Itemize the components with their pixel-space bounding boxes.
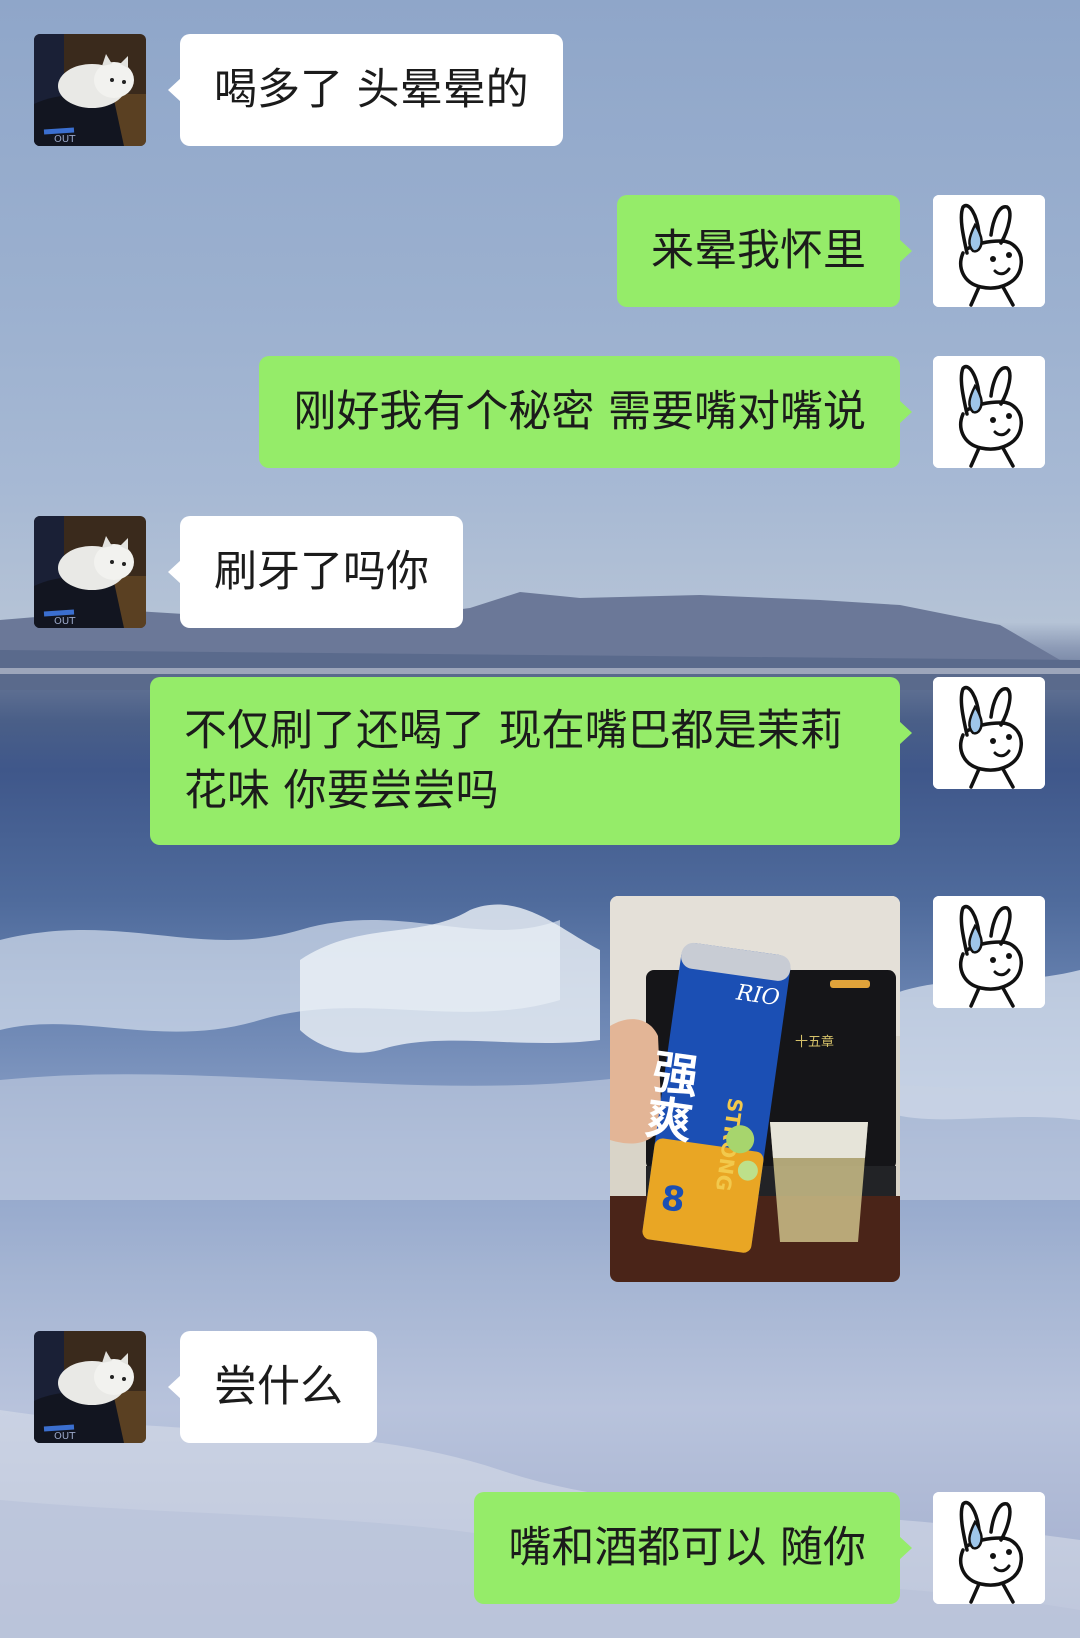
message-text: 喝多了 头晕晕的 <box>214 65 529 115</box>
bunny-drawing-icon <box>933 1492 1045 1604</box>
message-bubble-sent[interactable]: 嘴和酒都可以 随你 <box>474 1492 912 1604</box>
white-cat-photo-icon <box>34 34 146 146</box>
message-text: 来晕我怀里 <box>651 226 866 276</box>
my-avatar[interactable] <box>933 896 1045 1008</box>
bunny-drawing-icon <box>933 356 1045 468</box>
background-waves <box>0 904 1080 1200</box>
message-bubble-sent[interactable]: 刚好我有个秘密 需要嘴对嘴说 <box>259 356 912 468</box>
message-bubble-received[interactable]: 尝什么 <box>168 1331 377 1443</box>
message-text: 不仅刷了还喝了 现在嘴巴都是茉莉花味 你要尝尝吗 <box>184 706 843 816</box>
contact-avatar[interactable] <box>34 34 146 146</box>
contact-avatar[interactable] <box>34 1331 146 1443</box>
message-bubble-received[interactable]: 刷牙了吗你 <box>168 516 463 628</box>
contact-avatar[interactable] <box>34 516 146 628</box>
message-text: 尝什么 <box>214 1362 343 1412</box>
my-avatar[interactable] <box>933 677 1045 789</box>
white-cat-photo-icon <box>34 1331 146 1443</box>
my-avatar[interactable] <box>933 356 1045 468</box>
tablet-screen-text: 十五章 <box>795 1034 834 1050</box>
message-text: 刚好我有个秘密 需要嘴对嘴说 <box>293 387 866 437</box>
message-text: 嘴和酒都可以 随你 <box>508 1523 866 1573</box>
my-avatar[interactable] <box>933 1492 1045 1604</box>
message-text: 刷牙了吗你 <box>214 547 429 597</box>
image-message[interactable]: 十五章 RIO 强爽 STRONG 8 <box>610 896 900 1282</box>
message-bubble-received[interactable]: 喝多了 头晕晕的 <box>168 34 563 146</box>
bunny-drawing-icon <box>933 195 1045 307</box>
background-hills <box>0 592 1080 690</box>
my-avatar[interactable] <box>933 195 1045 307</box>
bunny-drawing-icon <box>933 896 1045 1008</box>
bunny-drawing-icon <box>933 677 1045 789</box>
white-cat-photo-icon <box>34 516 146 628</box>
message-bubble-sent[interactable]: 来晕我怀里 <box>617 195 912 307</box>
beer-can-photo-icon: 十五章 RIO 强爽 STRONG 8 <box>610 896 900 1282</box>
message-bubble-sent[interactable]: 不仅刷了还喝了 现在嘴巴都是茉莉花味 你要尝尝吗 <box>150 677 912 845</box>
